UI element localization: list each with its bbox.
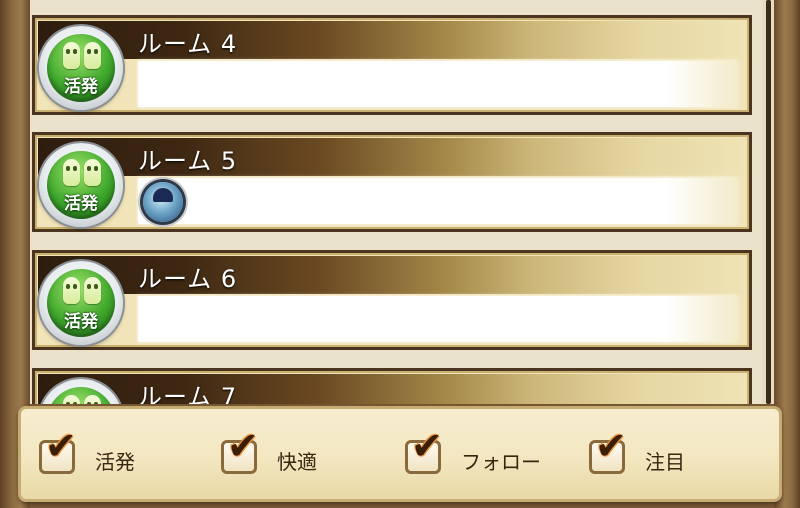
scrollbar-thumb[interactable]: [766, 0, 771, 404]
player-avatar-icon: [143, 182, 183, 222]
status-label: 活発: [64, 312, 98, 332]
room-title: ルーム 6: [138, 265, 238, 293]
filter-label: 活発: [95, 450, 135, 474]
filter-label: 快適: [277, 450, 317, 474]
active-status-icon: 活発: [47, 151, 115, 219]
twin-faces-icon: [63, 277, 103, 307]
filter-label: フォロー: [461, 450, 541, 474]
room-members: [138, 296, 737, 342]
twin-faces-icon: [63, 159, 103, 189]
status-label: 活発: [64, 77, 98, 97]
room-title: ルーム 5: [138, 147, 238, 175]
room-members: [138, 178, 737, 224]
twin-faces-icon: [63, 42, 103, 72]
room-members: [138, 61, 737, 107]
filter-bar: ✔ 活発 ✔ 快適 ✔ フォロー ✔ 注目: [18, 406, 782, 502]
status-badge: 活発: [39, 143, 123, 227]
status-label: 活発: [64, 194, 98, 214]
room-item-4[interactable]: ルーム 4 活発: [32, 15, 752, 115]
room-title: ルーム 4: [138, 30, 238, 58]
checkmark-icon: ✔: [227, 424, 259, 468]
active-status-icon: 活発: [47, 269, 115, 337]
status-badge: 活発: [39, 26, 123, 110]
room-title: ルーム 7: [138, 383, 238, 404]
active-status-icon: 活発: [47, 34, 115, 102]
active-status-icon: 活発: [47, 387, 115, 404]
room-list[interactable]: ルーム 4 活発 ルーム 5 活発 ルーム 6 活発 ルーム 7: [30, 0, 774, 404]
room-item-7[interactable]: ルーム 7 活発: [32, 368, 752, 404]
status-badge: 活発: [39, 261, 123, 345]
room-item-6[interactable]: ルーム 6 活発: [32, 250, 752, 350]
twin-faces-icon: [63, 395, 103, 404]
checkmark-icon: ✔: [411, 424, 443, 468]
checkmark-icon: ✔: [595, 424, 627, 468]
filter-label: 注目: [645, 450, 685, 474]
checkmark-icon: ✔: [45, 424, 77, 468]
room-item-5[interactable]: ルーム 5 活発: [32, 132, 752, 232]
